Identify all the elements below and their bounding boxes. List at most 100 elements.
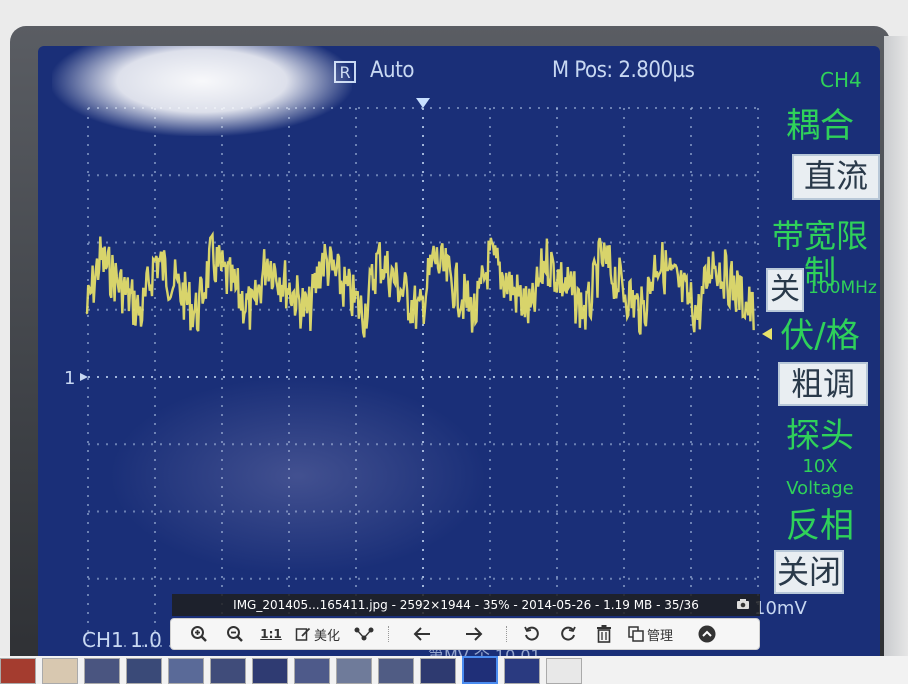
grid-dot: [355, 243, 357, 245]
rotate-left-icon[interactable]: [520, 622, 544, 646]
filmstrip-thumbnail[interactable]: [378, 658, 414, 684]
filmstrip-thumbnail[interactable]: [504, 658, 540, 684]
arrow-left-icon[interactable]: [410, 622, 434, 646]
grid-dot: [87, 324, 89, 326]
grid-dot: [151, 510, 153, 513]
actual-size-button[interactable]: 1:1: [259, 622, 283, 646]
grid-dot: [422, 387, 424, 389]
grid-dot: [142, 443, 144, 446]
grid-dot: [754, 241, 756, 244]
filmstrip-thumbnail[interactable]: [336, 658, 372, 684]
grid-dot: [556, 540, 558, 542]
filmstrip-thumbnail[interactable]: [462, 656, 498, 684]
grid-dot: [754, 510, 756, 513]
grid-dot: [313, 174, 315, 177]
grid-dot: [422, 414, 424, 416]
volts-div-value[interactable]: 粗调: [778, 362, 868, 406]
grid-dot: [757, 585, 759, 587]
oscilloscope-screen: R Auto M Pos: 2.800µs CH4 1 CH1 1.0 10mV…: [38, 46, 880, 664]
grid-dot: [673, 241, 675, 244]
grid-dot: [502, 376, 504, 378]
grid-dot: [367, 376, 369, 378]
grid-dot: [673, 443, 675, 446]
grid-dot: [489, 486, 491, 488]
grid-dot: [529, 577, 531, 580]
grid-dot: [422, 351, 424, 353]
grid-dot: [709, 241, 711, 244]
grid-dot: [304, 443, 306, 446]
grid-dot: [178, 510, 180, 513]
grid-dot: [637, 107, 639, 109]
coupling-value[interactable]: 直流: [792, 154, 880, 200]
grid-dot: [88, 510, 90, 513]
grid-dot: [288, 414, 290, 416]
manage-button[interactable]: 管理: [628, 622, 673, 646]
grid-dot: [682, 443, 684, 446]
zoom-out-icon[interactable]: [223, 622, 247, 646]
grid-dot: [610, 443, 612, 446]
grid-dot: [187, 577, 189, 580]
grid-dot: [511, 443, 513, 446]
filmstrip-thumbnail[interactable]: [252, 658, 288, 684]
grid-dot: [295, 577, 297, 580]
grid-dot: [87, 495, 89, 497]
grid-dot: [160, 510, 162, 513]
grid-dot: [358, 241, 360, 244]
filmstrip-thumbnail[interactable]: [420, 658, 456, 684]
filmstrip-thumbnail[interactable]: [84, 658, 120, 684]
share-icon[interactable]: [352, 622, 376, 646]
grid-dot: [439, 510, 441, 513]
grid-dot: [221, 324, 223, 326]
filmstrip-thumbnail[interactable]: [0, 658, 36, 684]
grid-dot: [313, 308, 315, 311]
grid-dot: [221, 315, 223, 317]
bw-limit-value[interactable]: 关: [766, 268, 804, 312]
grid-dot: [88, 174, 90, 177]
grid-dot: [484, 376, 486, 378]
grid-dot: [664, 241, 666, 244]
grid-dot: [288, 279, 290, 281]
chevron-up-icon[interactable]: [695, 622, 719, 646]
grid-dot: [277, 308, 279, 311]
grid-dot: [124, 376, 126, 378]
zoom-in-icon[interactable]: [187, 622, 211, 646]
grid-dot: [288, 486, 290, 488]
grid-dot: [646, 510, 648, 513]
grid-dot: [221, 558, 223, 560]
grid-dot: [154, 612, 156, 614]
grid-dot: [187, 443, 189, 446]
filmstrip-thumbnail[interactable]: [210, 658, 246, 684]
grid-dot: [349, 510, 351, 513]
grid-dot: [124, 308, 126, 311]
camera-icon[interactable]: [736, 598, 750, 610]
grid-dot: [223, 308, 225, 311]
grid-dot: [489, 162, 491, 164]
rotate-right-icon[interactable]: [556, 622, 580, 646]
grid-dot: [690, 576, 692, 578]
grid-dot: [106, 376, 108, 378]
grid-dot: [268, 376, 270, 378]
grid-dot: [556, 153, 558, 155]
grid-dot: [556, 414, 558, 416]
filmstrip-thumbnail[interactable]: [168, 658, 204, 684]
grid-dot: [221, 279, 223, 281]
grid-dot: [489, 306, 491, 308]
grid-dot: [520, 174, 522, 177]
filmstrip-thumbnail[interactable]: [294, 658, 330, 684]
grid-dot: [757, 342, 759, 344]
grid-dot: [154, 342, 156, 344]
trash-icon[interactable]: [592, 622, 616, 646]
grid-dot: [355, 540, 357, 542]
invert-value[interactable]: 关闭: [774, 550, 844, 594]
grid-dot: [421, 174, 423, 177]
grid-dot: [574, 174, 576, 177]
filmstrip-thumbnail[interactable]: [546, 658, 582, 684]
grid-dot: [623, 585, 625, 587]
grid-dot: [358, 174, 360, 177]
arrow-right-icon[interactable]: [462, 622, 486, 646]
beautify-button[interactable]: 美化: [295, 622, 340, 646]
filmstrip-thumbnail[interactable]: [42, 658, 78, 684]
filmstrip-thumbnail[interactable]: [126, 658, 162, 684]
grid-dot: [288, 387, 290, 389]
grid-dot: [124, 107, 126, 109]
